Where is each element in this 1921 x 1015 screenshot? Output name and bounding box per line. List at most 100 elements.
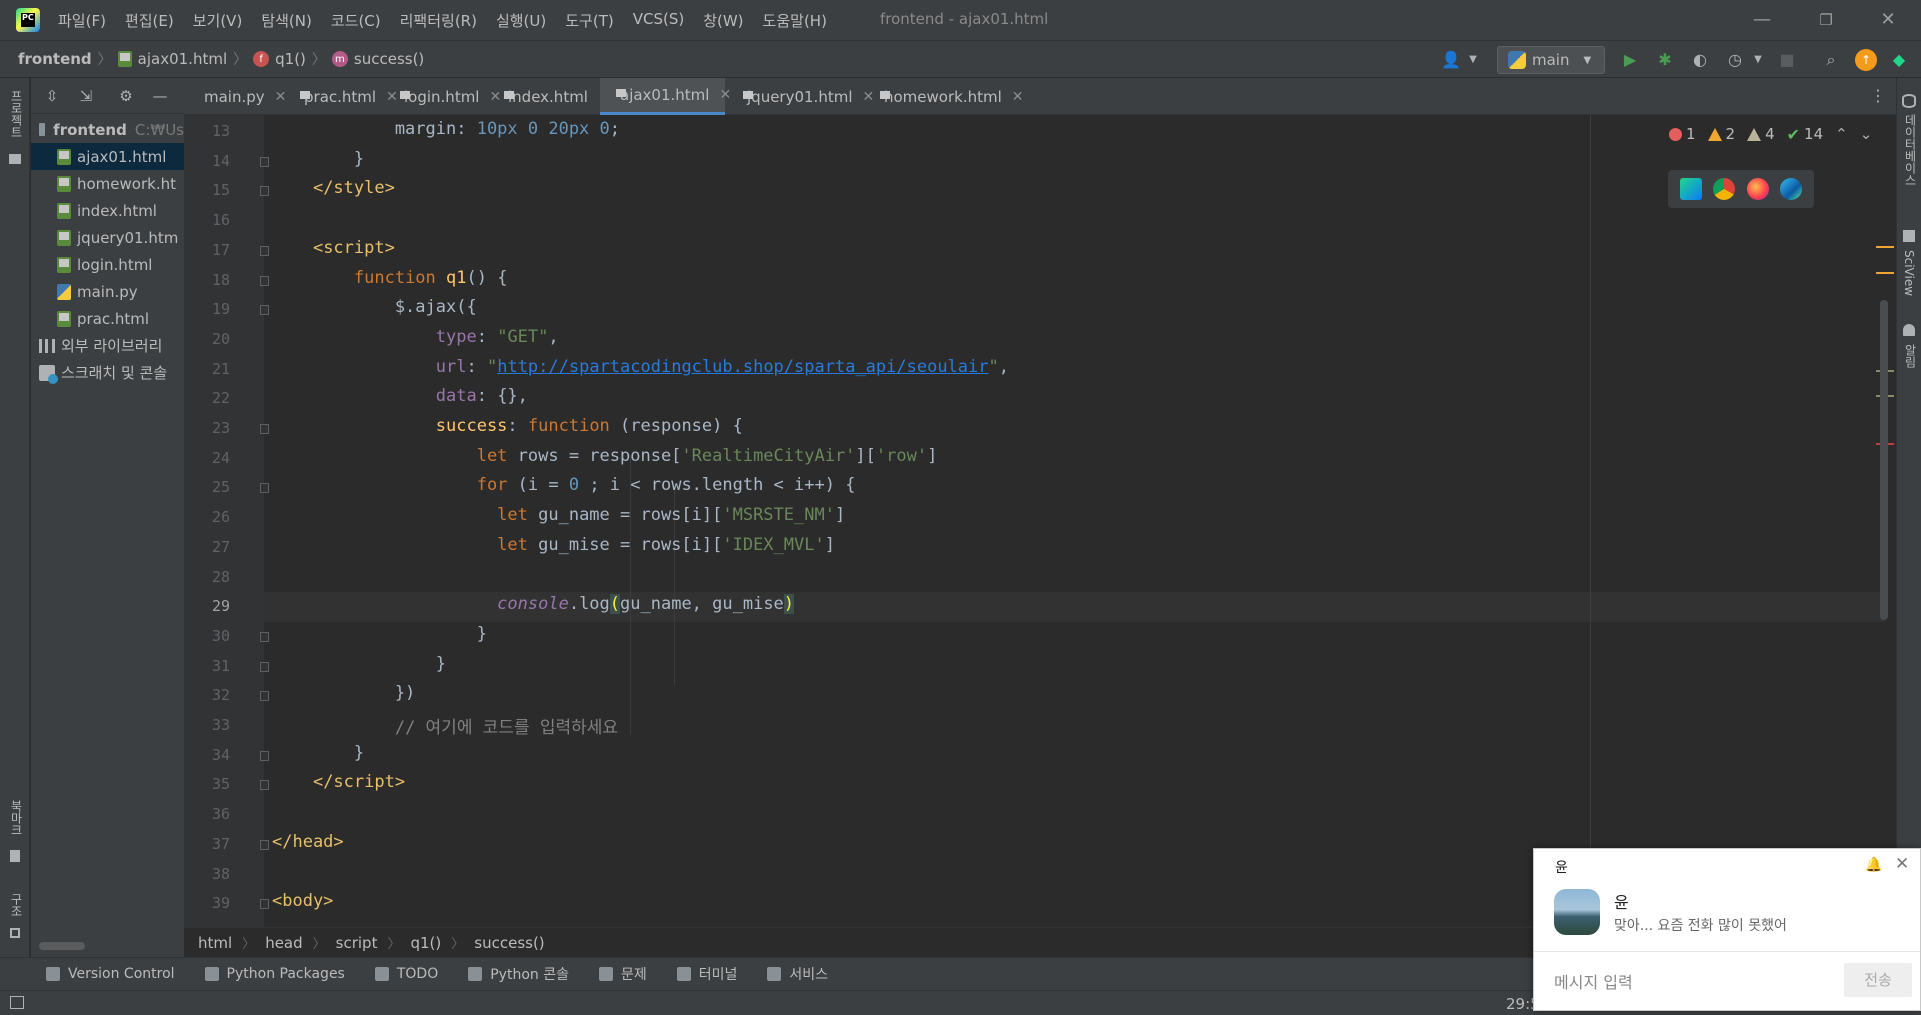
tree-item-file[interactable]: index.html [31,197,184,224]
line-number[interactable]: 32 [184,686,230,704]
sciview-tool-button[interactable]: SciView [1902,250,1916,296]
chat-message-preview[interactable]: 맞아... 요즘 전화 많이 못했어 [1614,915,1787,935]
tree-item-file[interactable]: jquery01.htm [31,224,184,251]
tab-prac-html[interactable]: prac.html ✕ [284,78,398,115]
code-line[interactable]: data: {}, [272,386,528,406]
breadcrumb-item[interactable]: script [336,934,378,952]
tool-window-2[interactable]: TODO [374,966,438,982]
firefox-icon[interactable] [1746,178,1769,200]
close-icon[interactable]: ✕ [1895,854,1909,874]
fold-marker-icon[interactable] [260,186,269,196]
chrome-icon[interactable] [1713,178,1736,200]
fold-marker-icon[interactable] [260,899,269,909]
code-line[interactable]: </head> [272,832,344,852]
tree-item-file[interactable]: prac.html [31,305,184,332]
line-number[interactable]: 38 [184,865,230,883]
line-number[interactable]: 19 [184,300,230,318]
layout-toggle-icon[interactable] [10,996,24,1009]
menu-item-0[interactable]: 파일(F) [58,10,106,31]
tool-window-0[interactable]: Version Control [46,966,175,982]
error-count[interactable]: 1 [1669,125,1696,143]
menu-item-8[interactable]: VCS(S) [633,10,684,31]
tab-ajax01-html[interactable]: ajax01.html ✕ [600,78,731,115]
line-number[interactable]: 20 [184,330,230,348]
code-line[interactable]: } [272,624,487,644]
line-number[interactable]: 17 [184,241,230,259]
line-number[interactable]: 13 [184,122,230,140]
tab-login-html[interactable]: login.html ✕ [384,78,501,115]
code-editor[interactable]: 13 14 15 16 17 18 19 20 21 22 23 24 25 26 27 28 29 30 31 32… [184,115,1896,927]
menu-item-5[interactable]: 리팩터링(R) [400,10,477,31]
line-number[interactable]: 37 [184,835,230,853]
code-line[interactable]: function q1() { [272,268,508,288]
stop-icon[interactable]: ■ [1776,49,1798,71]
tab-main-py[interactable]: main.py ✕ [184,78,286,115]
tab-jquery01-html[interactable]: jquery01.html ✕ [727,78,874,115]
code-line[interactable]: // 여기에 코드를 입력하세요 [272,713,618,738]
warning-count[interactable]: 2 [1707,125,1735,143]
close-tab-icon[interactable]: ✕ [1012,89,1024,105]
line-number[interactable]: 39 [184,894,230,912]
tree-item-file[interactable]: login.html [31,251,184,278]
notifications-tool-button[interactable]: 알림 [1902,344,1919,368]
nav-file[interactable]: ajax01.html [117,50,227,68]
line-number[interactable]: 24 [184,449,230,467]
line-number[interactable]: 34 [184,746,230,764]
line-number[interactable]: 18 [184,271,230,289]
send-button[interactable]: 전송 [1844,963,1912,997]
coverage-icon[interactable]: ◐ [1689,49,1711,71]
code-line[interactable]: margin: 10px 0 20px 0; [272,119,620,139]
breadcrumb-item[interactable]: head [265,934,302,952]
line-number[interactable]: 26 [184,508,230,526]
avatar[interactable] [1554,889,1600,935]
code-line[interactable]: success: function (response) { [272,416,743,436]
code-line[interactable]: } [272,149,364,169]
tool-window-1[interactable]: Python Packages [204,966,345,982]
code-line[interactable]: </script> [272,772,405,792]
warning-mark[interactable] [1876,246,1894,248]
user-icon[interactable]: 👤 [1440,49,1462,71]
run-icon[interactable]: ▶ [1619,49,1641,71]
breadcrumb-item[interactable]: q1() [410,934,441,952]
fold-marker-icon[interactable] [260,691,269,701]
structure-tool-button[interactable]: 구조 [8,893,25,917]
horizontal-scrollbar[interactable] [39,942,85,950]
chevron-down-icon[interactable]: ▼ [1462,49,1484,71]
fold-marker-icon[interactable] [260,751,269,761]
warning-mark[interactable] [1876,272,1894,274]
tool-window-6[interactable]: 서비스 [767,964,828,984]
code-line[interactable]: </style> [272,178,395,198]
line-number[interactable]: 35 [184,775,230,793]
tree-item-file[interactable]: ajax01.html [31,143,184,170]
line-number[interactable]: 16 [184,211,230,229]
expand-all-icon[interactable]: ⇳ [41,85,63,107]
bookmarks-tool-button[interactable]: 북마크 [8,800,25,836]
tree-item-external-libraries[interactable]: 외부 라이브러리 [31,332,184,359]
message-input[interactable]: 메시지 입력 [1554,969,1633,993]
fold-marker-icon[interactable] [260,157,269,167]
line-number[interactable]: 36 [184,805,230,823]
line-number[interactable]: 27 [184,538,230,556]
code-line[interactable]: let gu_name = rows[i]['MSRSTE_NM'] [272,505,845,525]
menu-item-6[interactable]: 실행(U) [496,10,546,31]
fold-marker-icon[interactable] [260,840,269,850]
notification-bell-icon[interactable]: 🔔 [1865,857,1882,873]
fold-marker-icon[interactable] [260,276,269,286]
menu-item-2[interactable]: 보기(V) [193,10,243,31]
fold-marker-icon[interactable] [260,246,269,256]
breadcrumb-item[interactable]: html [198,934,232,952]
line-number[interactable]: 28 [184,568,230,586]
inspections-widget[interactable]: 1 2 4 ✔ 14 ⌃ ⌄ [1669,122,1884,146]
tab-index-html[interactable]: index.html✕ [488,78,610,115]
tree-item-root[interactable]: frontend C:₩Us [31,116,184,143]
code-line[interactable]: <script> [272,238,395,258]
line-number[interactable]: 33 [184,716,230,734]
run-configuration-select[interactable]: main ▼ [1497,46,1605,74]
minimize-icon[interactable]: — [1742,6,1782,34]
collapse-all-icon[interactable]: ⇲ [75,85,97,107]
line-number[interactable]: 14 [184,152,230,170]
code-line[interactable]: let gu_mise = rows[i]['IDEX_MVL'] [272,535,835,555]
code-line[interactable]: <body> [272,891,333,911]
tool-window-5[interactable]: 터미널 [676,964,737,984]
fold-marker-icon[interactable] [260,662,269,672]
